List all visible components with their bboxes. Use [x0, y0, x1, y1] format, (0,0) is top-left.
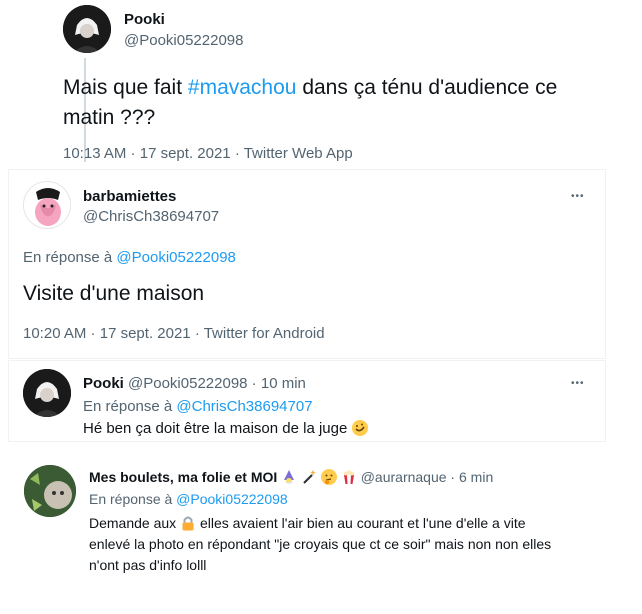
tweet-text-part: matin ???	[63, 106, 156, 129]
tweet-source[interactable]: Twitter for Android	[204, 325, 325, 342]
lock-emoji	[180, 515, 196, 531]
separator: ·	[190, 325, 204, 342]
reply-prefix: En réponse à	[23, 249, 117, 266]
author-name[interactable]: Pooki	[83, 375, 124, 392]
tweet-age[interactable]: 10 min	[261, 375, 306, 392]
avatar[interactable]	[23, 369, 71, 417]
tweet-text-part: n'ont pas d'info lolll	[89, 557, 207, 573]
tweet-text-part: elles avaient l'air bien au courant et l…	[196, 515, 526, 531]
tweet-source[interactable]: Twitter Web App	[244, 145, 353, 162]
magic-wand-emoji	[301, 469, 317, 485]
author-handle[interactable]: @ChrisCh38694707	[83, 208, 219, 225]
tweet-text-part: dans ça ténu d'audience ce	[296, 76, 558, 99]
tweet-text: Mais que fait #mavachou dans ça ténu d'a…	[63, 73, 633, 133]
reply-to-link[interactable]: @Pooki05222098	[116, 249, 236, 266]
tweet-age[interactable]: 6 min	[459, 469, 493, 485]
reply-context: En réponse à @Pooki05222098	[89, 491, 288, 507]
tweet-text-part: Demande aux	[89, 515, 181, 531]
tweet-meta: 10:20 AM · 17 sept. 2021 · Twitter for A…	[23, 325, 325, 342]
author-handle[interactable]: @Pooki05222098	[124, 32, 244, 49]
author-name[interactable]: Mes boulets, ma folie et MOI	[89, 469, 277, 485]
tweet-time[interactable]: 10:13 AM	[63, 145, 126, 162]
more-options-icon[interactable]: •••	[571, 192, 585, 202]
author-handle[interactable]: @Pooki05222098	[128, 375, 248, 392]
tweet-text-part: Hé ben ça doit être la maison de la juge	[83, 420, 348, 437]
tweet-text: Visite d'une maison	[23, 282, 205, 305]
tweet-date[interactable]: 17 sept. 2021	[100, 325, 191, 342]
tweet-header: Pooki @Pooki05222098 · 10 min	[83, 375, 306, 392]
separator: ·	[247, 375, 261, 392]
avatar[interactable]	[23, 181, 71, 229]
tweet-meta: 10:13 AM · 17 sept. 2021 · Twitter Web A…	[63, 145, 353, 162]
tweet-header: Mes boulets, ma folie et MOI @aurarnaque…	[89, 469, 493, 485]
separator: ·	[86, 325, 100, 342]
avatar[interactable]	[63, 5, 111, 53]
tweet-text: Hé ben ça doit être la maison de la juge	[83, 420, 368, 437]
author-handle[interactable]: @aurarnaque	[361, 469, 447, 485]
reply-context: En réponse à @Pooki05222098	[23, 249, 236, 266]
thinking-face-emoji	[320, 469, 337, 485]
tweet-reply-card[interactable]: Pooki @Pooki05222098 · 10 min ••• En rép…	[8, 360, 606, 442]
separator: ·	[126, 145, 140, 162]
author-name[interactable]: barbamiettes	[83, 188, 176, 205]
tweet-text-part: enlevé la photo en répondant "je croyais…	[89, 536, 552, 552]
reply-prefix: En réponse à	[83, 398, 177, 415]
tweet-time[interactable]: 10:20 AM	[23, 325, 86, 342]
tweet-text-part: Mais que fait	[63, 76, 188, 99]
reply-to-link[interactable]: @Pooki05222098	[176, 491, 288, 507]
tweet-date[interactable]: 17 sept. 2021	[140, 145, 231, 162]
reply-to-link[interactable]: @ChrisCh38694707	[176, 398, 312, 415]
avatar[interactable]	[24, 465, 76, 517]
separator: ·	[446, 469, 459, 485]
author-name[interactable]: Pooki	[124, 11, 165, 28]
tweet-text: Demande aux elles avaient l'air bien au …	[89, 513, 551, 576]
popcorn-emoji	[341, 469, 357, 485]
tweet-reply-card[interactable]: Mes boulets, ma folie et MOI @aurarnaque…	[24, 455, 624, 573]
tweet-reply-card: barbamiettes @ChrisCh38694707 ••• En rép…	[8, 169, 606, 359]
hashtag-link[interactable]: #mavachou	[188, 76, 297, 99]
reply-context: En réponse à @ChrisCh38694707	[83, 398, 313, 415]
more-options-icon[interactable]: •••	[571, 379, 585, 389]
rolling-on-floor-laughing-emoji	[351, 420, 368, 436]
reply-prefix: En réponse à	[89, 491, 177, 507]
mage-emoji	[281, 469, 297, 485]
separator: ·	[230, 145, 244, 162]
